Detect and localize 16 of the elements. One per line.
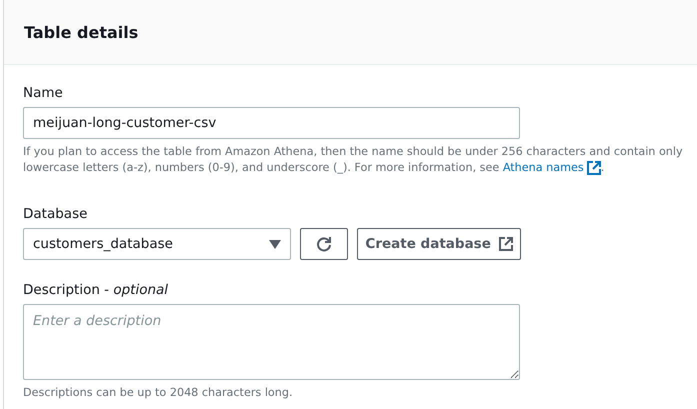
create-database-button[interactable]: Create database xyxy=(357,228,521,260)
help-text: Descriptions can be up to 2048 characters long. xyxy=(23,385,294,401)
panel-title: Table details xyxy=(24,22,138,42)
field-label: Name xyxy=(23,85,64,101)
athena-names-link[interactable]: Athena names xyxy=(502,160,601,176)
description-input-field[interactable]: Enter a description xyxy=(23,304,520,380)
field-label: Database xyxy=(23,206,88,222)
external-link-icon xyxy=(586,161,601,175)
refresh-button[interactable] xyxy=(300,228,348,260)
external-link-icon xyxy=(498,237,513,251)
help-text: If you plan to access the table from Amazon Athena, then the name should be under 256 characters and contain only lowercase letters (a-z), numbers (0-9), and underscore (_). For more information, see Athena names . xyxy=(23,144,684,176)
caret-icon xyxy=(269,240,282,248)
refresh-icon xyxy=(316,236,332,252)
name-input-field[interactable]: meijuan-long-customer-csv xyxy=(23,107,520,139)
field-label: Description - optional xyxy=(23,282,170,298)
database-select[interactable]: customers_database xyxy=(23,228,292,260)
